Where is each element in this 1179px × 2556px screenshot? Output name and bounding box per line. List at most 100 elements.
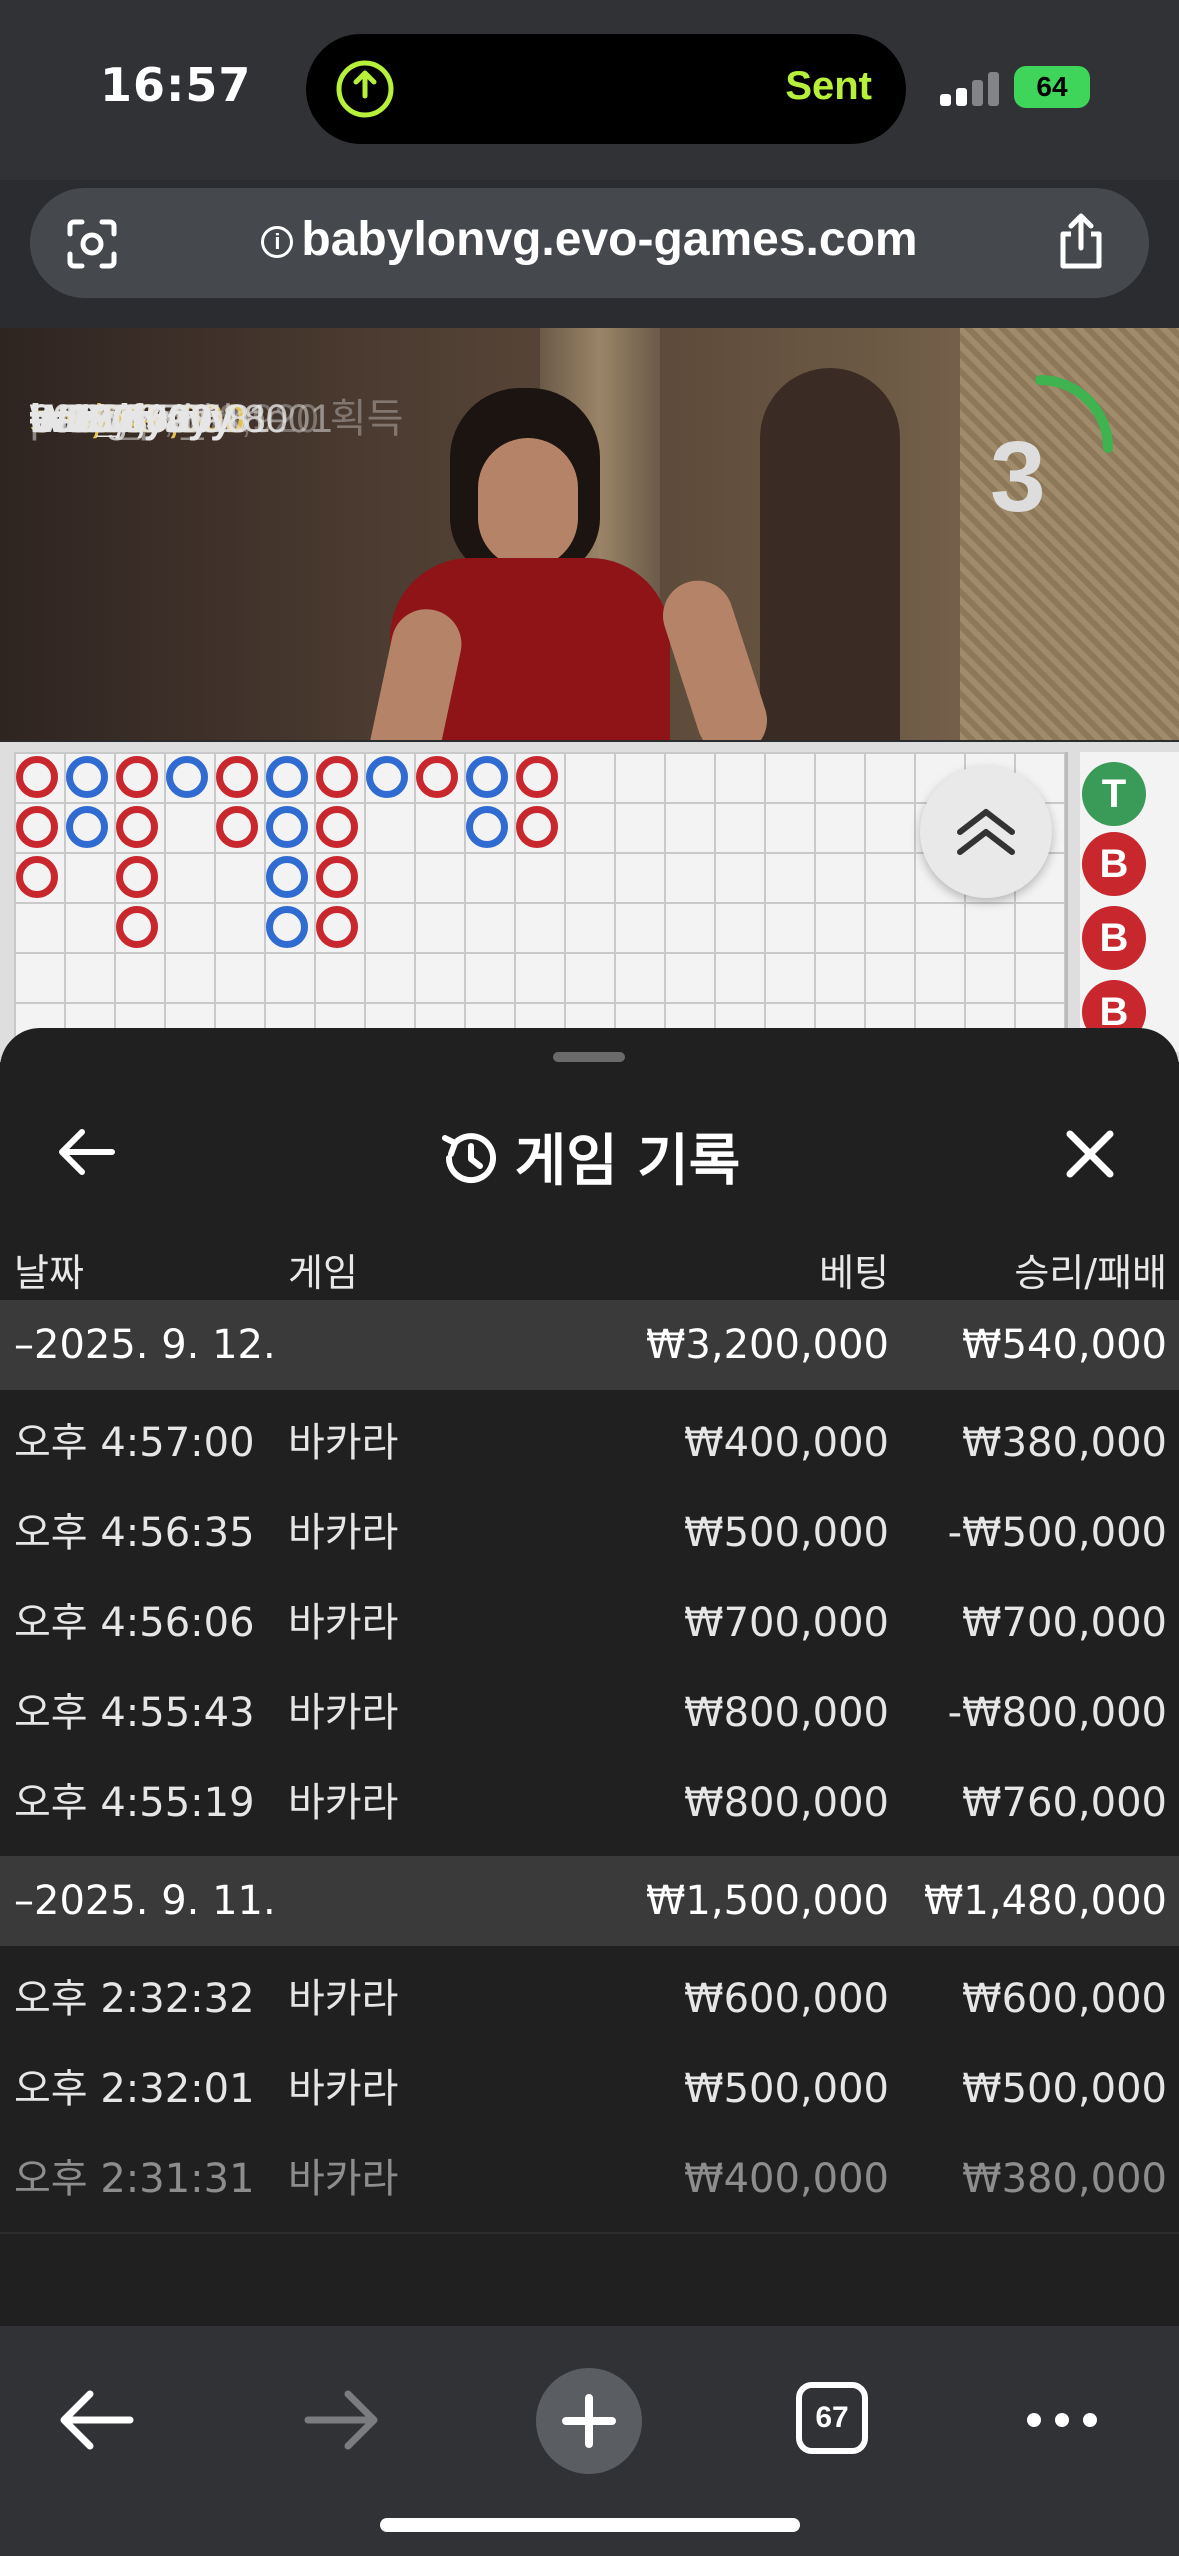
- tabs-button[interactable]: 67: [796, 2382, 868, 2454]
- back-icon[interactable]: [46, 2370, 146, 2470]
- row-winloss: ₩380,000: [962, 1420, 1167, 1466]
- row-game: 바카라: [288, 2066, 399, 2112]
- banker-bead: [316, 906, 358, 948]
- address-bar[interactable]: i babylonvg.evo-games.com: [30, 188, 1149, 298]
- row-game: 바카라: [288, 1600, 399, 1646]
- date-group-header[interactable]: –2025. 9. 11. ₩1,500,000 ₩1,480,000: [0, 1856, 1179, 1946]
- forward-icon[interactable]: [292, 2370, 392, 2470]
- group-date: –2025. 9. 11.: [14, 1878, 276, 1924]
- banker-bead: [316, 756, 358, 798]
- banker-bead: [116, 856, 158, 898]
- sheet-title: 게임 기록: [0, 1116, 1179, 1197]
- banker-bead: [16, 806, 58, 848]
- row-bet: ₩500,000: [684, 1510, 889, 1556]
- banker-bead: [516, 806, 558, 848]
- side-road-bead-banker: B: [1082, 906, 1146, 970]
- more-icon[interactable]: [1012, 2370, 1112, 2470]
- banker-bead: [216, 756, 258, 798]
- group-date: –2025. 9. 12.: [14, 1322, 276, 1368]
- banker-bead: [116, 906, 158, 948]
- row-bet: ₩400,000: [684, 1420, 889, 1466]
- group-winloss-total: ₩540,000: [962, 1322, 1167, 1368]
- browser-toolbar: 67: [0, 2326, 1179, 2556]
- player-bead: [266, 806, 308, 848]
- row-game: 바카라: [288, 1690, 399, 1736]
- banker-bead: [316, 856, 358, 898]
- player-bead: [66, 756, 108, 798]
- date-group-header[interactable]: –2025. 9. 12. ₩3,200,000 ₩540,000: [0, 1300, 1179, 1390]
- clock: 16:57: [100, 58, 252, 112]
- row-game: 바카라: [288, 1780, 399, 1826]
- dynamic-island[interactable]: Sent: [306, 34, 906, 144]
- history-row[interactable]: 오후 2:32:32 바카라 ₩600,000 ₩600,000: [0, 1954, 1179, 2044]
- row-winloss: ₩600,000: [962, 1976, 1167, 2022]
- row-winloss: ₩700,000: [962, 1600, 1167, 1646]
- banker-bead: [216, 806, 258, 848]
- player-bead: [466, 806, 508, 848]
- sheet-header: 게임 기록: [0, 1088, 1179, 1218]
- side-road-bead-banker: B: [1082, 832, 1146, 896]
- status-bar: 16:57 Sent 64: [0, 0, 1179, 180]
- collapse-roadmap-button[interactable]: [920, 766, 1052, 898]
- row-time: 오후 4:57:00: [14, 1420, 255, 1466]
- game-history-sheet: 게임 기록 날짜 게임 베팅 승리/패배 –2025. 9. 12. ₩3,20…: [0, 1028, 1179, 2328]
- row-bet: ₩400,000: [684, 2156, 889, 2202]
- history-row[interactable]: 오후 4:56:35 바카라 ₩500,000 -₩500,000: [0, 1488, 1179, 1578]
- row-bet: ₩800,000: [684, 1690, 889, 1736]
- player-bead: [266, 856, 308, 898]
- row-winloss: ₩380,000: [962, 2156, 1167, 2202]
- row-winloss: -₩500,000: [947, 1510, 1167, 1556]
- banker-bead: [116, 806, 158, 848]
- history-row[interactable]: 오후 4:55:19 바카라 ₩800,000 ₩760,000: [0, 1758, 1179, 1848]
- countdown-number: 3: [990, 421, 1046, 533]
- group-winloss-total: ₩1,480,000: [923, 1878, 1167, 1924]
- row-winloss: ₩500,000: [962, 2066, 1167, 2112]
- url-label: babylonvg.evo-games.com: [301, 213, 918, 266]
- row-winloss: ₩760,000: [962, 1780, 1167, 1826]
- banker-bead: [416, 756, 458, 798]
- history-icon: [441, 1133, 496, 1184]
- player-bead: [66, 806, 108, 848]
- history-row[interactable]: 오후 4:57:00 바카라 ₩400,000 ₩380,000: [0, 1398, 1179, 1488]
- player-bead: [266, 906, 308, 948]
- signal-icon: [940, 72, 1002, 106]
- dealer-arm: [653, 571, 777, 740]
- row-bet: ₩800,000: [684, 1780, 889, 1826]
- sheet-footer: [0, 2232, 1179, 2328]
- share-icon[interactable]: [1053, 212, 1109, 272]
- upload-icon: [336, 60, 394, 118]
- history-row[interactable]: 오후 2:31:31 바카라 ₩400,000 ₩380,000: [0, 2134, 1179, 2224]
- row-game: 바카라: [288, 1510, 399, 1556]
- banker-bead: [16, 756, 58, 798]
- row-time: 오후 4:56:35: [14, 1510, 255, 1556]
- group-bet-total: ₩3,200,000: [645, 1322, 889, 1368]
- new-tab-button[interactable]: [536, 2368, 642, 2474]
- row-game: 바카라: [288, 1976, 399, 2022]
- banker-bead: [16, 856, 58, 898]
- sheet-title-text: 게임 기록: [514, 1129, 741, 1194]
- url-text[interactable]: i babylonvg.evo-games.com: [30, 212, 1149, 267]
- banker-bead: [516, 756, 558, 798]
- history-row[interactable]: 오후 2:32:01 바카라 ₩500,000 ₩500,000: [0, 2044, 1179, 2134]
- sent-label: Sent: [785, 64, 872, 108]
- row-bet: ₩500,000: [684, 2066, 889, 2112]
- home-indicator: [380, 2518, 800, 2532]
- banker-bead: [116, 756, 158, 798]
- close-icon[interactable]: [1060, 1124, 1120, 1184]
- row-time: 오후 2:32:32: [14, 1976, 255, 2022]
- history-row[interactable]: 오후 4:55:43 바카라 ₩800,000 -₩800,000: [0, 1668, 1179, 1758]
- row-game: 바카라: [288, 1420, 399, 1466]
- row-bet: ₩600,000: [684, 1976, 889, 2022]
- info-icon: i: [261, 226, 294, 258]
- row-time: 오후 2:31:31: [14, 2156, 255, 2202]
- banker-bead: [316, 806, 358, 848]
- group-bet-total: ₩1,500,000: [645, 1878, 889, 1924]
- side-road-bead-tie: T: [1082, 762, 1146, 826]
- player-bead: [366, 756, 408, 798]
- row-time: 오후 4:55:43: [14, 1690, 255, 1736]
- player-bead: [266, 756, 308, 798]
- history-row[interactable]: 오후 4:56:06 바카라 ₩700,000 ₩700,000: [0, 1578, 1179, 1668]
- row-time: 오후 4:55:19: [14, 1780, 255, 1826]
- sheet-grabber[interactable]: [553, 1052, 625, 1062]
- row-time: 오후 2:32:01: [14, 2066, 255, 2112]
